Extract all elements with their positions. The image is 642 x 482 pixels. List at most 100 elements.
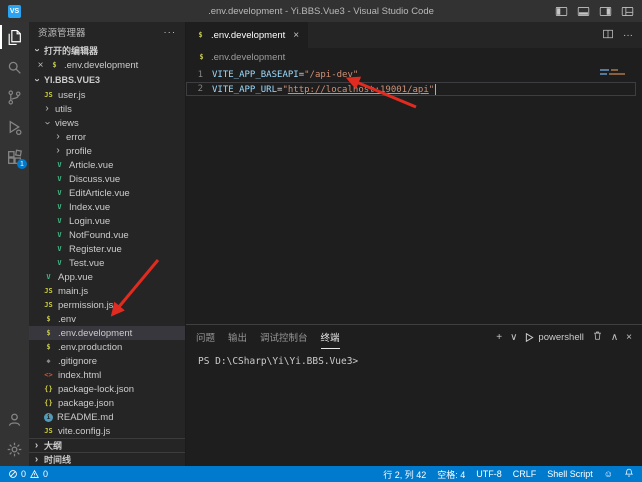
tree-item-Discuss.vue[interactable]: VDiscuss.vue [29, 172, 185, 186]
open-editors-header[interactable]: › 打开的编辑器 [29, 42, 185, 58]
token-string: "/api-dev" [304, 70, 358, 80]
split-editor-icon[interactable] [602, 28, 614, 43]
html-file-icon: <> [43, 372, 54, 379]
close-icon[interactable]: × [36, 60, 45, 71]
tree-item-user.js[interactable]: JSuser.js [29, 88, 185, 102]
env-file-icon: $ [43, 344, 54, 351]
chevron-right-icon: › [43, 104, 51, 114]
panel-tab-调试控制台[interactable]: 调试控制台 [260, 325, 308, 349]
file-name: utils [55, 104, 72, 115]
tree-item-Login.vue[interactable]: VLogin.vue [29, 214, 185, 228]
encoding-status[interactable]: UTF-8 [476, 469, 502, 479]
eol-status[interactable]: CRLF [513, 469, 537, 479]
activity-explorer[interactable] [0, 22, 29, 52]
tree-item-EditArticle.vue[interactable]: VEditArticle.vue [29, 186, 185, 200]
tree-item-Article.vue[interactable]: VArticle.vue [29, 158, 185, 172]
error-icon [8, 469, 18, 479]
kill-terminal-icon[interactable] [592, 330, 603, 344]
tree-item-App.vue[interactable]: VApp.vue [29, 270, 185, 284]
feedback-smiley-icon[interactable]: ☺ [604, 469, 613, 479]
panel-tab-输出[interactable]: 输出 [228, 325, 247, 349]
project-header[interactable]: › YI.BBS.VUE3 [29, 72, 185, 88]
activity-search[interactable] [0, 52, 29, 82]
window-title: .env.development - Yi.BBS.Vue3 - Visual … [0, 6, 642, 17]
panel-tab-终端[interactable]: 终端 [321, 325, 340, 349]
settings-button[interactable] [0, 434, 29, 464]
js-file-icon: JS [43, 92, 54, 99]
toggle-panel-icon[interactable] [577, 5, 590, 18]
js-file-icon: JS [43, 428, 54, 435]
chevron-down-icon[interactable]: ∨ [510, 332, 517, 343]
problems-status[interactable]: 0 0 [8, 469, 48, 479]
tree-item-Index.vue[interactable]: VIndex.vue [29, 200, 185, 214]
tree-item-package.json[interactable]: {}package.json [29, 396, 185, 410]
open-editors-label: 打开的编辑器 [44, 44, 98, 57]
tree-item-main.js[interactable]: JSmain.js [29, 284, 185, 298]
tree-item-Register.vue[interactable]: VRegister.vue [29, 242, 185, 256]
tree-item-Test.vue[interactable]: VTest.vue [29, 256, 185, 270]
customize-layout-icon[interactable] [621, 5, 634, 18]
activity-run-debug[interactable] [0, 112, 29, 142]
tree-item-.env.production[interactable]: $.env.production [29, 340, 185, 354]
tree-item-permission.js[interactable]: JSpermission.js [29, 298, 185, 312]
shell-selector[interactable]: powershell [525, 332, 583, 343]
minimap[interactable] [600, 69, 630, 77]
toggle-sidebar-icon[interactable] [555, 5, 568, 18]
tree-item-README.md[interactable]: iREADME.md [29, 410, 185, 424]
indentation-status[interactable]: 空格: 4 [437, 468, 465, 481]
tree-item-package-lock.json[interactable]: {}package-lock.json [29, 382, 185, 396]
shell-label: powershell [538, 332, 583, 343]
more-actions-icon[interactable]: ··· [164, 27, 177, 38]
env-file-icon: $ [43, 330, 54, 337]
more-actions-icon[interactable]: ··· [623, 30, 633, 41]
vscode-window: VS .env.development - Yi.BBS.Vue3 - Visu… [0, 0, 642, 482]
toggle-secondary-sidebar-icon[interactable] [599, 5, 612, 18]
open-editor-item[interactable]: × $ .env.development [29, 58, 185, 72]
new-terminal-icon[interactable]: + [496, 332, 502, 343]
close-panel-icon[interactable]: × [626, 332, 632, 343]
file-name: profile [66, 146, 92, 157]
tree-item-views[interactable]: ›views [29, 116, 185, 130]
code-line-2[interactable]: 2VITE_APP_URL="http://localhost:19001/ap… [186, 82, 642, 96]
env-file-icon: $ [49, 62, 60, 69]
file-name: .gitignore [58, 356, 97, 367]
language-mode[interactable]: Shell Script [547, 469, 593, 479]
timeline-section-header[interactable]: › 时间线 [29, 452, 185, 466]
tab-label: .env.development [211, 30, 285, 41]
file-tree: JSuser.js › utils›views›error›profileVArti… [29, 88, 185, 438]
vscode-logo-icon[interactable]: VS [8, 5, 21, 18]
tree-item-vite.config.js[interactable]: JSvite.config.js [29, 424, 185, 438]
code-editor[interactable]: 1VITE_APP_BASEAPI="/api-dev"2VITE_APP_UR… [186, 66, 642, 324]
tree-item-.gitignore[interactable]: ◆.gitignore [29, 354, 185, 368]
file-name: Article.vue [69, 160, 113, 171]
code-line-1[interactable]: 1VITE_APP_BASEAPI="/api-dev" [186, 68, 642, 82]
activity-extensions[interactable]: 1 [0, 142, 29, 172]
breadcrumb[interactable]: $ .env.development [186, 48, 642, 66]
tree-item-NotFound.vue[interactable]: VNotFound.vue [29, 228, 185, 242]
search-icon [6, 59, 23, 76]
tree-item-error[interactable]: ›error [29, 130, 185, 144]
token-variable: VITE_APP_URL [212, 85, 277, 95]
close-tab-icon[interactable]: × [293, 30, 299, 41]
chevron-right-icon: › [32, 441, 41, 451]
activity-bar: 1 [0, 22, 29, 466]
tree-item-utils[interactable]: › utils [29, 102, 185, 116]
tree-item-profile[interactable]: ›profile [29, 144, 185, 158]
tree-item-.env.development[interactable]: $.env.development [29, 326, 185, 340]
tree-item-index.html[interactable]: <>index.html [29, 368, 185, 382]
outline-section-header[interactable]: › 大纲 [29, 438, 185, 452]
layout-controls [555, 5, 634, 18]
notifications-bell-icon[interactable] [624, 468, 634, 480]
js-file-icon: JS [43, 302, 54, 309]
explorer-sidebar: 资源管理器 ··· › 打开的编辑器 × $ .env.development … [29, 22, 186, 466]
tree-item-.env[interactable]: $.env [29, 312, 185, 326]
terminal-output[interactable]: PS D:\CSharp\Yi\Yi.BBS.Vue3> [186, 349, 642, 466]
tab-env-development[interactable]: $ .env.development × [186, 22, 309, 48]
token-string: " [429, 85, 434, 95]
cursor-position[interactable]: 行 2, 列 42 [383, 468, 426, 481]
line-content: VITE_APP_URL="http://localhost:19001/api… [212, 84, 436, 95]
account-button[interactable] [0, 404, 29, 434]
activity-source-control[interactable] [0, 82, 29, 112]
panel-tab-问题[interactable]: 问题 [196, 325, 215, 349]
maximize-panel-icon[interactable]: ∧ [611, 332, 618, 343]
